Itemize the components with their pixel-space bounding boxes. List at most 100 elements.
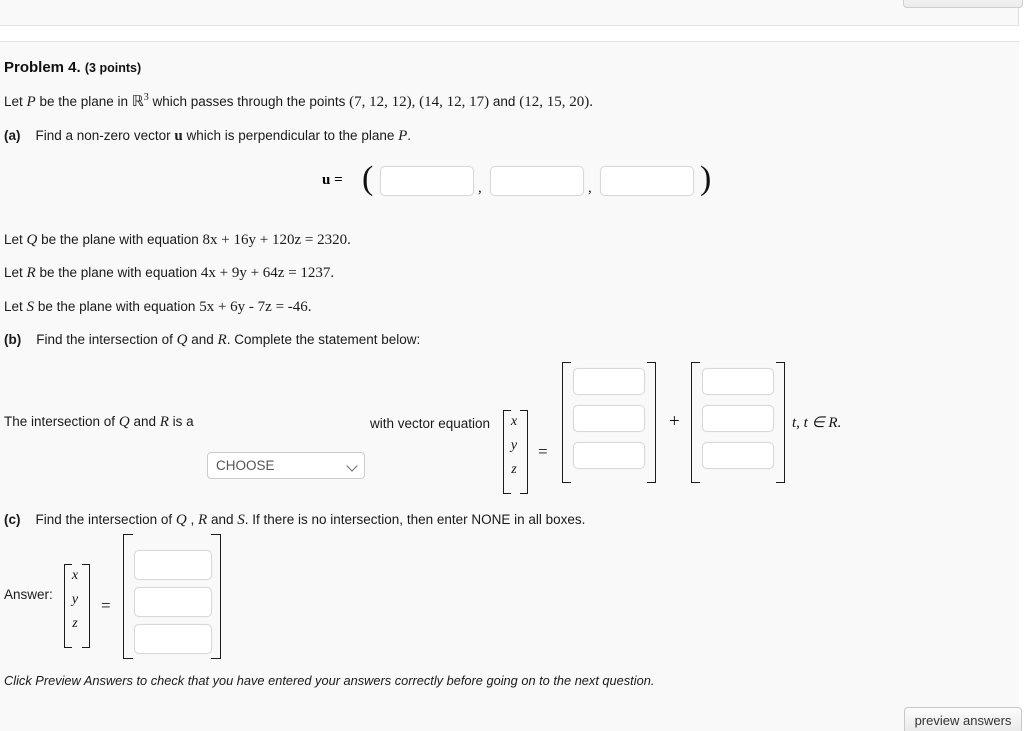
preview-footnote: Click Preview Answers to check that you … — [4, 673, 655, 688]
c-lhs-var-z: z — [72, 616, 78, 631]
equals-sign-b: = — [538, 442, 548, 461]
plane-S-equation: 5x + 6y - 7z = -46 — [199, 299, 308, 315]
part-c-plane-R: R — [198, 512, 208, 528]
part-a-period: . — [407, 128, 412, 143]
plane-Q-period: . — [347, 232, 351, 248]
c-answer-x-input[interactable] — [134, 550, 212, 580]
c-lhs-var-y: y — [71, 592, 79, 607]
part-b-plane-Q: Q — [176, 332, 188, 348]
part-c-prompt: (c) Find the intersection of Q , R and S… — [4, 512, 585, 529]
intro-mid: be the plane in — [39, 94, 129, 109]
statement-post-text: with vector equation — [370, 416, 490, 431]
plane-Q-prefix: Let — [4, 232, 23, 247]
u-component-2-input[interactable] — [490, 166, 584, 196]
part-b-and: and — [191, 332, 214, 347]
with-vector-equation-label: with vector equation — [370, 416, 491, 431]
plane-R-mid: be the plane with equation — [39, 265, 198, 280]
intro-point-2: (14, 12, 17) — [419, 94, 490, 110]
part-c-plane-S: S — [237, 512, 245, 528]
part-b-statement: The intersection of Q and R is a — [4, 414, 194, 431]
plane-Q-name: Q — [26, 232, 38, 248]
preview-answers-label: preview answers — [914, 713, 1012, 728]
c-answer-bracket-left — [123, 534, 133, 659]
plane-definition-Q: Let Q be the plane with equation 8x + 16… — [4, 232, 351, 249]
intersection-type-select[interactable]: CHOOSE — [207, 452, 365, 479]
answer-label: Answer: — [4, 587, 53, 602]
plane-S-mid: be the plane with equation — [37, 299, 196, 314]
lhs-var-z: z — [511, 462, 517, 477]
part-a-text-post: which is perpendicular to the plane — [186, 128, 395, 143]
b-direction-z-input[interactable] — [702, 442, 774, 469]
part-c-comma: , — [190, 512, 195, 527]
statement-and: and — [133, 414, 156, 429]
problem-title-text: Problem 4. — [4, 59, 81, 76]
top-white-band — [0, 26, 1019, 41]
part-b-text-post: . Complete the statement below: — [226, 332, 421, 347]
parameter-t-text: t, t ∈ R. — [792, 415, 842, 431]
part-a-text-pre: Find a non-zero vector — [35, 128, 171, 143]
b-direction-x-input[interactable] — [702, 368, 774, 395]
plane-definition-R: Let R be the plane with equation 4x + 9y… — [4, 265, 334, 282]
close-paren: ) — [700, 160, 712, 197]
b-point-x-input[interactable] — [573, 368, 645, 395]
plane-R-equation: 4x + 9y + 64z = 1237 — [200, 265, 331, 281]
problem-content: Problem 4. (3 points) Let P be the plane… — [0, 42, 1022, 731]
parameter-tail: t, t ∈ R. — [792, 413, 841, 432]
select-selected-value: CHOOSE — [216, 458, 275, 473]
separator-comma-1: , — [478, 180, 482, 196]
plane-Q-mid: be the plane with equation — [41, 232, 199, 247]
intro-and: and — [492, 94, 516, 109]
intro-comma-1: , — [411, 94, 416, 110]
plane-S-prefix: Let — [4, 299, 23, 314]
intro-pre: Let — [4, 94, 23, 109]
lhs-var-y: y — [510, 438, 518, 453]
part-b-text-pre: Find the intersection of — [36, 332, 173, 347]
b-direction-y-input[interactable] — [702, 405, 774, 432]
c-answer-bracket-right — [211, 534, 221, 659]
u-component-1-input[interactable] — [380, 166, 474, 196]
lhs-var-x: x — [510, 414, 518, 429]
point-bracket-right — [647, 362, 656, 483]
plane-S-period: . — [307, 299, 312, 315]
plane-definition-S: Let S be the plane with equation 5x + 6y… — [4, 299, 312, 316]
part-a-label: (a) — [4, 128, 21, 143]
top-partial-button[interactable] — [903, 0, 1023, 8]
preview-answers-button[interactable]: preview answers — [904, 707, 1022, 731]
plane-R-period: . — [330, 265, 335, 281]
intro-line: Let P be the plane in ℝ3 which passes th… — [4, 92, 593, 111]
b-point-y-input[interactable] — [573, 405, 645, 432]
b-point-z-input[interactable] — [573, 442, 645, 469]
reals-symbol: ℝ3 — [131, 92, 149, 110]
divider-top — [0, 25, 1019, 26]
intro-period: . — [589, 94, 593, 110]
statement-isa: is a — [172, 414, 194, 429]
c-answer-z-input[interactable] — [134, 624, 212, 654]
plane-R-prefix: Let — [4, 265, 23, 280]
intro-point-1: (7, 12, 12) — [349, 94, 412, 110]
c-lhs-var-x: x — [71, 568, 79, 583]
c-answer-y-input[interactable] — [134, 587, 212, 617]
plane-S-name: S — [26, 299, 35, 315]
answer-label-text: Answer: — [4, 587, 53, 602]
part-a-vector-u: u — [174, 128, 183, 144]
statement-plane-Q: Q — [118, 414, 130, 430]
part-c-text-pre: Find the intersection of — [35, 512, 173, 527]
part-a-plane-P: P — [398, 128, 408, 144]
c-lhs-bracket-right — [82, 564, 90, 648]
intro-mid2: which passes through the points — [152, 94, 346, 109]
u-component-3-input[interactable] — [600, 166, 694, 196]
open-paren: ( — [362, 160, 374, 197]
intro-point-3: (12, 15, 20) — [519, 94, 590, 110]
direction-bracket-left — [691, 362, 700, 483]
plus-sign: + — [669, 411, 680, 432]
part-b-plane-R: R — [217, 332, 227, 348]
webwork-problem-page: Problem 4. (3 points) Let P be the plane… — [0, 0, 1024, 731]
part-c-label: (c) — [4, 512, 21, 527]
chevron-down-icon — [348, 462, 357, 471]
page-title: Problem 4. (3 points) — [4, 59, 141, 76]
part-c-and: and — [210, 512, 234, 527]
part-c-text-post: . If there is no intersection, then ente… — [244, 512, 586, 527]
part-b-label: (b) — [4, 332, 22, 347]
separator-comma-2: , — [588, 180, 592, 196]
u-symbol: u = — [322, 172, 343, 188]
